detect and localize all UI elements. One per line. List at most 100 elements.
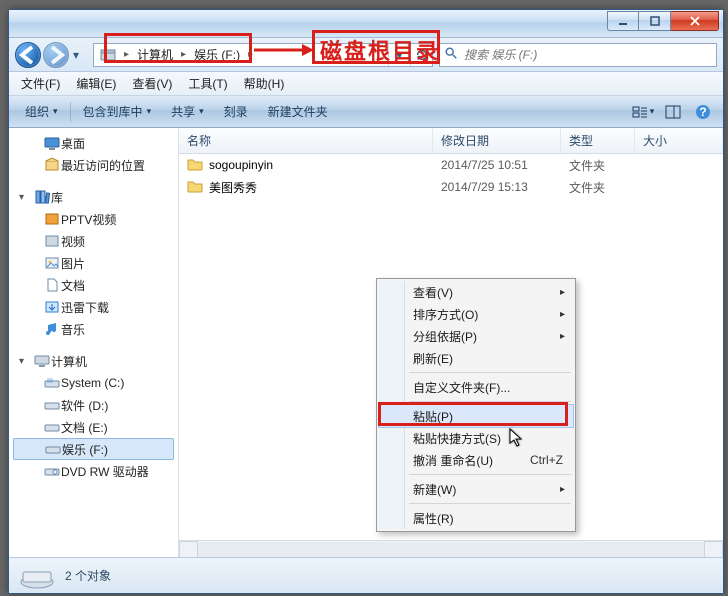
drive-icon (43, 397, 61, 413)
tree-label: 桌面 (61, 135, 85, 152)
separator (409, 401, 571, 402)
library-item-icon (43, 211, 61, 227)
search-box[interactable] (439, 43, 717, 67)
file-date: 2014/7/29 15:13 (433, 180, 561, 194)
video-icon (43, 233, 61, 249)
view-mode-button[interactable]: ▾ (629, 100, 657, 124)
tree-lib-documents[interactable]: 文档 (9, 274, 178, 296)
menu-file[interactable]: 文件(F) (13, 72, 68, 95)
forward-button[interactable] (43, 42, 69, 68)
close-button[interactable] (671, 11, 719, 31)
file-date: 2014/7/25 10:51 (433, 158, 561, 172)
status-count: 2 个对象 (65, 567, 111, 584)
command-bar: 组织▾ 包含到库中▾ 共享▾ 刻录 新建文件夹 ▾ ? (9, 96, 723, 128)
ctx-new[interactable]: 新建(W)▸ (379, 478, 573, 500)
back-button[interactable] (15, 42, 41, 68)
tree-lib-xunlei[interactable]: 迅雷下载 (9, 296, 178, 318)
tree-libraries[interactable]: ▾ 库 (9, 186, 178, 208)
tree-label: 娱乐 (F:) (62, 441, 108, 458)
list-item[interactable]: 美图秀秀 2014/7/29 15:13 文件夹 (179, 176, 723, 198)
preview-pane-button[interactable] (659, 100, 687, 124)
ctx-undo[interactable]: 撤消 重命名(U)Ctrl+Z (379, 449, 573, 471)
search-input[interactable] (462, 47, 712, 63)
submenu-arrow-icon: ▸ (560, 309, 565, 320)
tree-label: 图片 (61, 255, 85, 272)
tree-drive-dvd[interactable]: DVD RW 驱动器 (9, 460, 178, 482)
breadcrumb-root-icon[interactable] (94, 44, 122, 66)
minimize-button[interactable] (607, 11, 639, 31)
tree-lib-music[interactable]: 音乐 (9, 318, 178, 340)
cmd-burn[interactable]: 刻录 (214, 96, 258, 127)
breadcrumb-computer[interactable]: 计算机 (131, 44, 179, 66)
separator (409, 474, 571, 475)
cmd-share[interactable]: 共享▾ (161, 96, 214, 127)
tree-computer[interactable]: ▾ 计算机 (9, 350, 178, 372)
tree-lib-pptv[interactable]: PPTV视频 (9, 208, 178, 230)
horizontal-scrollbar[interactable] (179, 540, 723, 557)
submenu-arrow-icon: ▸ (560, 287, 565, 298)
col-type[interactable]: 类型 (561, 128, 635, 153)
ctx-sort[interactable]: 排序方式(O)▸ (379, 303, 573, 325)
separator (409, 503, 571, 504)
tree-lib-video[interactable]: 视频 (9, 230, 178, 252)
tree-label: 软件 (D:) (61, 397, 108, 414)
menu-tools[interactable]: 工具(T) (180, 72, 235, 95)
chevron-right-icon: ▸ (179, 49, 188, 60)
tree-label: 音乐 (61, 321, 85, 338)
expand-icon[interactable]: ▾ (19, 356, 31, 367)
separator (409, 372, 571, 373)
menu-view[interactable]: 查看(V) (124, 72, 180, 95)
help-button[interactable]: ? (689, 100, 717, 124)
nav-history-dropdown[interactable]: ▾ (73, 48, 87, 62)
menu-help[interactable]: 帮助(H) (236, 72, 293, 95)
tree-recent[interactable]: 最近访问的位置 (9, 154, 178, 176)
tree-label: 库 (51, 189, 63, 206)
list-item[interactable]: sogoupinyin 2014/7/25 10:51 文件夹 (179, 154, 723, 176)
nav-tree[interactable]: 桌面 最近访问的位置 ▾ 库 PPTV视频 视频 图片 文档 迅雷下载 音乐 (9, 128, 179, 557)
tree-label: DVD RW 驱动器 (61, 463, 149, 480)
shortcut-label: Ctrl+Z (530, 453, 563, 467)
tree-drive-e[interactable]: 文档 (E:) (9, 416, 178, 438)
cmd-organize[interactable]: 组织▾ (15, 96, 68, 127)
titlebar (9, 10, 723, 38)
cmd-new-folder[interactable]: 新建文件夹 (258, 96, 338, 127)
col-size[interactable]: 大小 (635, 128, 723, 153)
ctx-paste-shortcut[interactable]: 粘贴快捷方式(S) (379, 427, 573, 449)
documents-icon (43, 277, 61, 293)
tree-label: 迅雷下载 (61, 299, 109, 316)
tree-desktop[interactable]: 桌面 (9, 132, 178, 154)
ctx-group[interactable]: 分组依据(P)▸ (379, 325, 573, 347)
ctx-refresh[interactable]: 刷新(E) (379, 347, 573, 369)
refresh-button[interactable] (410, 44, 432, 66)
file-name: sogoupinyin (209, 158, 273, 172)
recent-icon (43, 157, 61, 173)
tree-label: System (C:) (61, 376, 124, 390)
ctx-properties[interactable]: 属性(R) (379, 507, 573, 529)
library-icon (33, 189, 51, 205)
ctx-view[interactable]: 查看(V)▸ (379, 281, 573, 303)
tree-label: 文档 (E:) (61, 419, 108, 436)
tree-drive-c[interactable]: System (C:) (9, 372, 178, 394)
menu-edit[interactable]: 编辑(E) (68, 72, 124, 95)
drive-icon (19, 562, 55, 590)
music-icon (43, 321, 61, 337)
download-icon (43, 299, 61, 315)
pictures-icon (43, 255, 61, 271)
cmd-include-library[interactable]: 包含到库中▾ (73, 96, 162, 127)
expand-icon[interactable]: ▾ (19, 192, 31, 203)
ctx-customize[interactable]: 自定义文件夹(F)... (379, 376, 573, 398)
address-dropdown-button[interactable]: ▾ (388, 44, 410, 66)
breadcrumb-drive[interactable]: 娱乐 (F:) (188, 44, 246, 66)
maximize-button[interactable] (639, 11, 671, 31)
col-date[interactable]: 修改日期 (433, 128, 561, 153)
tree-label: 文档 (61, 277, 85, 294)
col-name[interactable]: 名称 (179, 128, 433, 153)
tree-drive-d[interactable]: 软件 (D:) (9, 394, 178, 416)
column-headers[interactable]: 名称 修改日期 类型 大小 (179, 128, 723, 154)
ctx-paste[interactable]: 粘贴(P) (379, 405, 573, 427)
address-bar[interactable]: ▸ 计算机 ▸ 娱乐 (F:) ▸ ▾ (93, 43, 433, 67)
tree-drive-f-selected[interactable]: 娱乐 (F:) (13, 438, 174, 460)
folder-icon (187, 156, 209, 175)
explorer-window: ▾ ▸ 计算机 ▸ 娱乐 (F:) ▸ ▾ (8, 9, 724, 594)
tree-lib-pictures[interactable]: 图片 (9, 252, 178, 274)
